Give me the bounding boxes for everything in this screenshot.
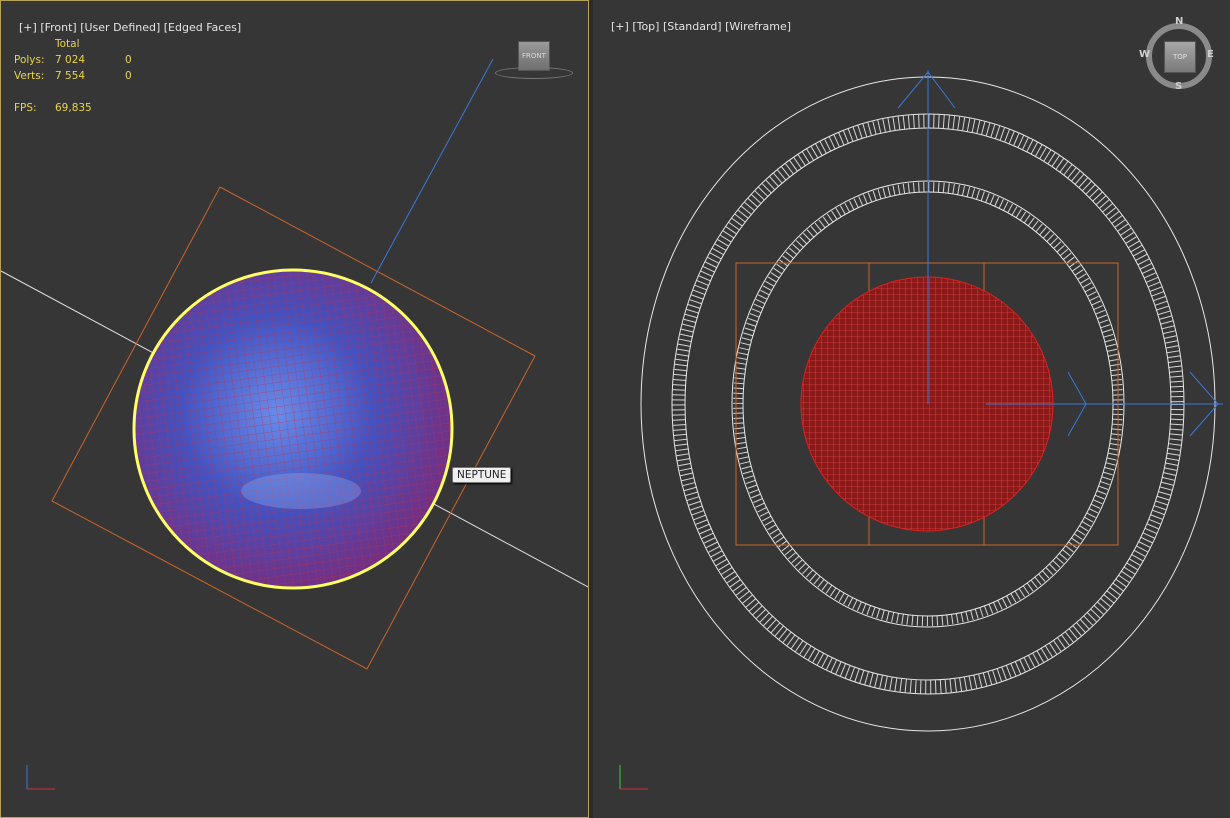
axis-tripod (619, 765, 648, 790)
object-name-tag: NEPTUNE (452, 467, 512, 483)
compass-north[interactable]: N (1175, 16, 1183, 27)
pivot-axis-line (370, 58, 494, 284)
viewcube[interactable]: TOP (1164, 41, 1196, 73)
viewcube-compass[interactable]: TOP N S E W (1139, 16, 1215, 92)
axis-tripod (26, 765, 55, 790)
compass-east[interactable]: E (1207, 49, 1214, 60)
top-scene[interactable] (593, 0, 1230, 818)
viewcube-ring[interactable] (495, 67, 573, 79)
neptune-sphere[interactable] (131, 267, 456, 592)
front-viewport[interactable]: [+] [Front] [User Defined] [Edged Faces]… (0, 0, 589, 818)
compass-west[interactable]: W (1139, 49, 1150, 60)
compass-south[interactable]: S (1175, 81, 1182, 92)
front-scene[interactable] (1, 1, 589, 818)
top-viewport[interactable]: [+] [Top] [Standard] [Wireframe] TOP N S… (593, 0, 1230, 818)
